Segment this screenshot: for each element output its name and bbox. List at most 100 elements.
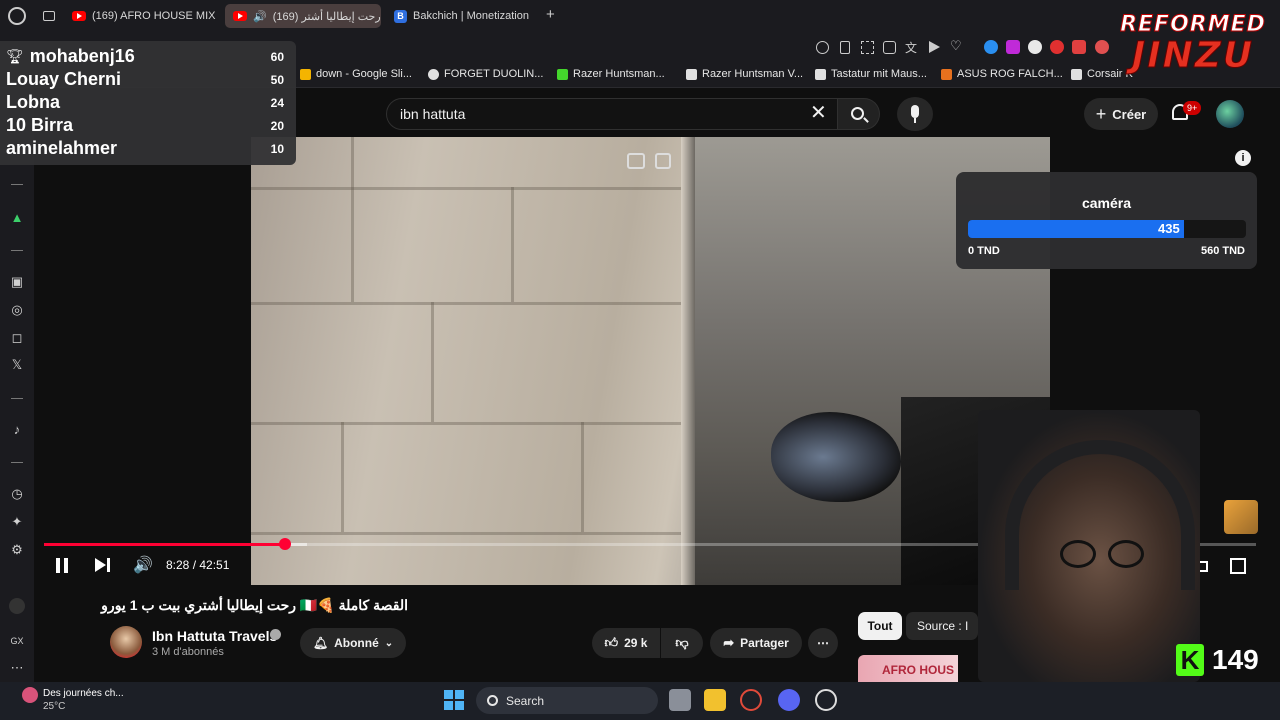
verified-icon — [270, 629, 281, 640]
opera-gx-taskbar-icon[interactable] — [740, 689, 762, 711]
leaderboard-row: 10 Birra 20 — [6, 114, 290, 137]
exit-icon[interactable] — [655, 153, 671, 169]
bookmark-label: Razer Huntsman... — [573, 68, 665, 80]
channel-watermark[interactable] — [1224, 500, 1258, 534]
miniplayer-icon[interactable] — [627, 153, 645, 169]
chip-source[interactable]: Source : I — [906, 612, 978, 640]
recommended-thumbnail[interactable]: AFRO HOUS — [858, 655, 958, 682]
search-icon-handle — [863, 117, 869, 123]
clear-search-icon[interactable]: ✕ — [810, 103, 827, 123]
video-player[interactable] — [251, 137, 1050, 585]
wall-mortar-line — [581, 422, 584, 532]
bookmark-razer-2[interactable]: Razer Huntsman V... — [686, 68, 803, 80]
link-icon — [428, 68, 439, 80]
steelseries-icon[interactable] — [815, 689, 837, 711]
tab-bakchich[interactable]: B Bakchich | Monetization — [386, 4, 540, 28]
channel-name[interactable]: Ibn Hattuta Travels — [152, 628, 277, 644]
streamer-logo: REFORMED JINZU — [1118, 12, 1268, 90]
bookmark-label: FORGET DUOLIN... — [444, 68, 544, 80]
tab-ibn-hattuta[interactable]: 🔊 (169) رحت إيطاليا أشتر — [225, 4, 381, 28]
extension-hand-icon[interactable] — [1028, 40, 1042, 54]
start-button[interactable] — [444, 690, 464, 710]
aria-icon[interactable]: ▲ — [9, 210, 25, 226]
bookmark-forget-duolingo[interactable]: FORGET DUOLIN... — [428, 68, 543, 80]
instagram-icon[interactable]: ◻ — [9, 330, 25, 346]
volume-button[interactable]: 🔊 — [133, 555, 153, 575]
more-icon: ⋯ — [817, 636, 829, 650]
twitch-icon[interactable]: ▣ — [9, 274, 25, 290]
search-input[interactable]: ibn hattuta — [386, 98, 838, 130]
history-icon[interactable]: ◷ — [9, 486, 25, 502]
sidebar-divider — [11, 184, 23, 185]
wall-mortar-line — [431, 302, 434, 422]
gx-label-icon[interactable]: GX — [9, 633, 25, 649]
task-view-icon[interactable] — [669, 689, 691, 711]
pin-icon[interactable] — [840, 41, 850, 54]
extension-s-icon[interactable] — [1050, 40, 1064, 54]
bookmark-asus[interactable]: ASUS ROG FALCH... — [941, 68, 1063, 80]
heart-icon[interactable]: ♡ — [950, 38, 962, 54]
subscribed-button[interactable]: 🔔︎ Abonné ⌄ — [300, 628, 406, 658]
more-actions-button[interactable]: ⋯ — [808, 628, 838, 658]
leaderboard-score: 10 — [270, 141, 284, 156]
tab-afro-house[interactable]: (169) AFRO HOUSE MIX W — [64, 4, 218, 28]
chevron-down-icon: ⌄ — [384, 637, 394, 649]
channel-avatar[interactable] — [110, 626, 142, 658]
extension-shield-icon[interactable] — [1095, 40, 1109, 54]
opera-gx-icon[interactable] — [8, 7, 26, 25]
bakchich-icon: B — [394, 9, 407, 23]
search-button[interactable] — [838, 98, 880, 130]
wall-mortar-line — [341, 422, 344, 532]
extension-ublock-icon[interactable] — [1006, 40, 1020, 54]
messenger-icon[interactable]: ◎ — [9, 302, 25, 318]
bookmark-razer-1[interactable]: Razer Huntsman... — [557, 68, 665, 80]
discord-icon[interactable] — [778, 689, 800, 711]
more-icon[interactable]: ⋯ — [9, 660, 25, 676]
gx-corner-icon[interactable] — [9, 598, 25, 614]
emoji-icon[interactable] — [816, 41, 829, 54]
weather-label[interactable]: Des journées ch... — [43, 688, 124, 699]
asus-icon — [941, 68, 952, 80]
shield-x-icon[interactable] — [883, 41, 896, 54]
chip-all[interactable]: Tout — [858, 612, 902, 640]
browser-tab-bar: (169) AFRO HOUSE MIX W 🔊 (169) رحت إيطال… — [0, 0, 1280, 32]
next-button[interactable] — [95, 558, 111, 573]
search-icon — [487, 695, 498, 706]
leaderboard-score: 20 — [270, 118, 284, 133]
bookmark-google-slides[interactable]: down - Google Sli... — [300, 68, 412, 80]
bookmark-label: ASUS ROG FALCH... — [957, 68, 1063, 80]
settings-icon[interactable]: ⚙ — [9, 542, 25, 558]
account-avatar[interactable] — [1216, 100, 1244, 128]
pause-button[interactable] — [56, 558, 70, 573]
wall-mortar-line — [511, 187, 514, 302]
weather-icon[interactable] — [22, 687, 38, 703]
play-icon[interactable] — [929, 41, 940, 53]
file-explorer-icon[interactable] — [704, 689, 726, 711]
voice-search-button[interactable] — [897, 97, 933, 131]
mods-icon[interactable]: ✦ — [9, 514, 25, 530]
dislike-button[interactable]: 👎︎ — [661, 628, 703, 658]
extension-blue-icon[interactable] — [984, 40, 998, 54]
info-icon[interactable]: i — [1235, 150, 1251, 166]
workspaces-icon[interactable] — [43, 11, 55, 21]
bookmark-label: Razer Huntsman V... — [702, 68, 804, 80]
bookmark-tastatur[interactable]: Tastatur mit Maus... — [815, 68, 927, 80]
windows-icon — [444, 690, 464, 710]
new-tab-button[interactable]: + — [546, 6, 555, 23]
wall-mortar-line — [251, 532, 691, 535]
screenshot-icon[interactable] — [861, 41, 874, 54]
mic-stand — [914, 118, 916, 123]
fullscreen-icon[interactable] — [1230, 558, 1246, 574]
share-button[interactable]: ➦ Partager — [710, 628, 802, 658]
glasses-lens — [1108, 540, 1144, 568]
goal-min-label: 0 TND — [968, 245, 1000, 257]
taskbar-search[interactable]: Search — [476, 687, 658, 714]
tab-label: (169) AFRO HOUSE MIX W — [92, 10, 218, 22]
speaker-icon[interactable]: 🔊 — [253, 10, 267, 23]
extension-tp-icon[interactable] — [1072, 40, 1086, 54]
create-button[interactable]: + Créer — [1084, 98, 1158, 130]
translate-icon[interactable]: 文 — [905, 39, 917, 56]
music-icon[interactable]: ♪ — [9, 422, 25, 438]
like-button[interactable]: 👍︎ 29 k — [592, 628, 660, 658]
x-icon[interactable]: 𝕏 — [9, 357, 25, 373]
